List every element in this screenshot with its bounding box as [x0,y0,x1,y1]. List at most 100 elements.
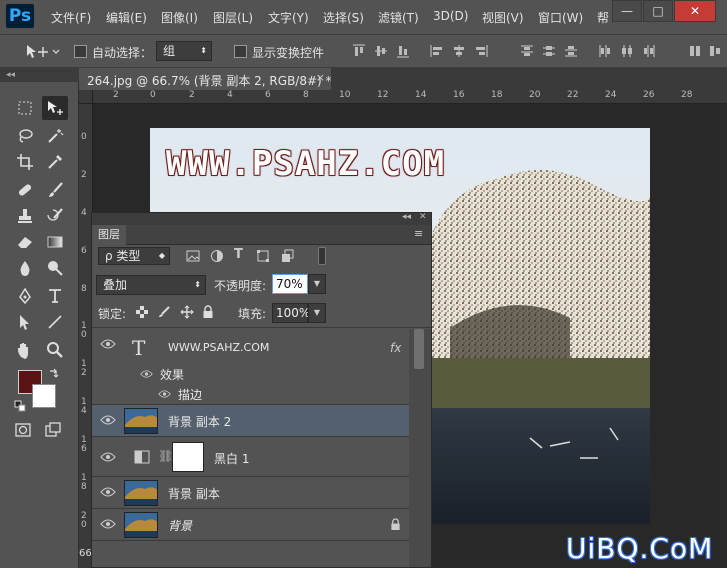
menu-file[interactable]: 文件(F) [51,9,91,26]
distribute-top-icon[interactable] [520,44,534,58]
align-hcenter-icon[interactable] [452,44,466,58]
magic-wand-tool-icon[interactable] [42,124,68,148]
blur-tool-icon[interactable] [12,256,38,280]
layer-row-background-copy-2[interactable]: 背景 副本 2 [92,405,409,437]
crop-tool-icon[interactable] [12,150,38,174]
panel-menu-icon[interactable]: ≡ [414,227,423,240]
layer-row-text[interactable]: T WWW.PSAHZ.COM fx 效果 描边 [92,329,409,405]
opacity-dropdown-arrow-icon[interactable]: ▼ [308,274,326,294]
maximize-button[interactable]: □ [643,0,673,22]
align-vcenter-icon[interactable] [374,44,388,58]
layer-mask-thumbnail[interactable] [172,442,204,472]
layers-scrollbar[interactable] [409,329,431,567]
healing-brush-tool-icon[interactable] [12,178,38,202]
background-color-swatch[interactable] [32,384,56,408]
hand-tool-icon[interactable] [12,338,38,362]
layers-panel-titlebar[interactable]: ◂◂ ✕ [92,212,431,225]
swap-colors-icon[interactable] [48,368,60,380]
history-brush-tool-icon[interactable] [42,204,68,228]
eraser-tool-icon[interactable] [12,230,38,254]
menu-view[interactable]: 视图(V) [482,9,524,26]
lock-position-icon[interactable] [180,305,194,319]
horizontal-ruler[interactable]: 2 0 2 4 6 8 10 12 14 16 18 20 22 24 26 2… [93,90,727,104]
menu-window[interactable]: 窗口(W) [538,9,583,26]
distribute-vcenter-icon[interactable] [542,44,556,58]
menu-edit[interactable]: 编辑(E) [106,9,147,26]
filter-type-icon[interactable]: T [234,247,248,263]
close-panel-icon[interactable]: ✕ [419,212,427,222]
type-tool-icon[interactable] [42,284,68,308]
auto-align-icon[interactable] [688,44,702,58]
move-tool-preset-icon[interactable] [24,42,64,62]
dodge-tool-icon[interactable] [42,256,68,280]
mask-link-icon[interactable]: ⛓ [158,449,173,463]
menu-layer[interactable]: 图层(L) [213,9,253,26]
show-transform-checkbox[interactable] [234,45,247,58]
auto-align-icon-2[interactable] [708,44,722,58]
eyedropper-tool-icon[interactable] [42,150,68,174]
menu-3d[interactable]: 3D(D) [433,9,468,23]
collapse-panel-icon[interactable]: ◂◂ [402,212,411,222]
visibility-eye-icon[interactable] [100,486,116,498]
minimize-button[interactable]: — [612,0,642,22]
visibility-eye-icon[interactable] [100,518,116,530]
fill-input[interactable]: 100% [272,303,310,323]
layer-row-background[interactable]: 背景 [92,509,409,541]
stroke-effect-eye-icon[interactable] [158,389,171,399]
align-top-icon[interactable] [352,44,366,58]
visibility-eye-icon[interactable] [100,451,116,463]
lasso-tool-icon[interactable] [12,124,38,148]
screen-mode-icon[interactable] [40,418,66,442]
filter-toggle-switch[interactable] [318,247,326,265]
zoom-tool-icon[interactable] [42,338,68,362]
default-colors-icon[interactable] [14,400,26,412]
close-button[interactable]: ✕ [674,0,716,22]
layer-row-background-copy[interactable]: 背景 副本 [92,477,409,509]
auto-select-dropdown[interactable]: 组 ⬍ [156,41,212,61]
effects-eye-icon[interactable] [140,369,153,379]
lock-transparent-icon[interactable] [136,306,148,318]
menu-image[interactable]: 图像(I) [161,9,198,26]
filter-smart-object-icon[interactable] [280,249,294,263]
brush-tool-icon[interactable] [42,178,68,202]
quick-mask-icon[interactable] [10,418,36,442]
fill-dropdown-arrow-icon[interactable]: ▼ [308,303,326,323]
distribute-left-icon[interactable] [598,44,612,58]
menu-select[interactable]: 选择(S) [323,9,364,26]
pen-tool-icon[interactable] [12,284,38,308]
lock-all-icon[interactable] [202,305,214,319]
zoom-readout[interactable]: 66 [79,548,92,559]
blend-mode-dropdown[interactable]: 叠加 ⬍ [96,275,206,295]
clone-stamp-tool-icon[interactable] [12,204,38,228]
auto-select-checkbox[interactable] [74,45,87,58]
gradient-tool-icon[interactable] [42,230,68,254]
menu-type[interactable]: 文字(Y) [268,9,309,26]
line-tool-icon[interactable] [42,310,68,334]
path-selection-tool-icon[interactable] [12,310,38,334]
ruler-origin[interactable] [79,90,93,104]
opacity-input[interactable]: 70% [272,274,308,294]
layer-row-black-white-1[interactable]: ⛓ 黑白 1 [92,439,409,477]
tools-panel-header[interactable]: ◂◂ [0,68,79,82]
visibility-eye-icon[interactable] [100,414,116,426]
tab-layers[interactable]: 图层 [92,225,126,245]
visibility-eye-icon[interactable] [100,338,116,350]
filter-adjustment-icon[interactable] [210,249,224,263]
distribute-right-icon[interactable] [642,44,656,58]
align-left-icon[interactable] [430,44,444,58]
distribute-bottom-icon[interactable] [564,44,578,58]
move-tool-icon[interactable] [42,96,68,120]
document-tab[interactable]: 264.jpg @ 66.7% (背景 副本 2, RGB/8#) * × [79,68,332,90]
menu-help[interactable]: 帮 [597,9,609,26]
marquee-tool-icon[interactable] [12,96,38,120]
scrollbar-thumb[interactable] [414,329,424,369]
align-right-icon[interactable] [474,44,488,58]
layer-filter-dropdown[interactable]: ρ 类型 ◆ [98,247,170,265]
close-tab-icon[interactable]: × [316,71,325,84]
filter-shape-icon[interactable] [256,249,270,263]
menu-filter[interactable]: 滤镜(T) [378,9,419,26]
distribute-hcenter-icon[interactable] [620,44,634,58]
lock-pixels-icon[interactable] [158,306,170,318]
align-bottom-icon[interactable] [396,44,410,58]
effects-fx-icon[interactable]: fx [390,341,401,355]
